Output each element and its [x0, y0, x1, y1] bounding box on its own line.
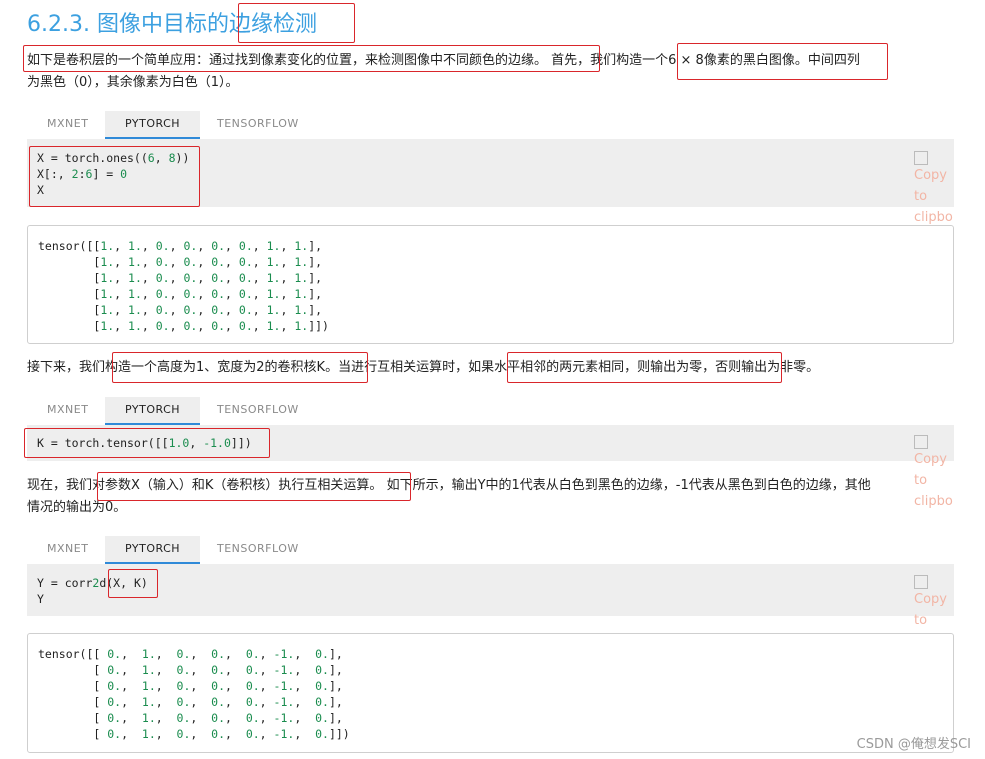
annotation-box [23, 45, 600, 72]
output-line: [1., 1., 0., 0., 0., 0., 1., 1.], [38, 303, 323, 317]
annotation-box [112, 352, 368, 383]
tab-mxnet[interactable]: MXNET [47, 536, 88, 562]
output-line: [1., 1., 0., 0., 0., 0., 1., 1.]]) [38, 319, 329, 333]
code-line: Y [37, 592, 44, 606]
copy-to-clipboard-button[interactable]: Copy to clipbo [914, 435, 953, 512]
broken-image-icon [914, 151, 928, 165]
code-block: Y = corr2d(X, K) Y Copy to [27, 564, 954, 628]
output-line: tensor([[ 0., 1., 0., 0., 0., -1., 0.], [38, 647, 343, 661]
tab-tensorflow[interactable]: TENSORFLOW [217, 536, 299, 562]
watermark: CSDN @俺想发SCI [856, 737, 971, 752]
copy-to-clipboard-button[interactable]: Copy to [914, 575, 948, 631]
output-line: tensor([[1., 1., 0., 0., 0., 0., 1., 1.]… [38, 239, 323, 253]
annotation-box [24, 428, 270, 458]
output-line: [1., 1., 0., 0., 0., 0., 1., 1.], [38, 287, 323, 301]
tab-pytorch[interactable]: PYTORCH [105, 111, 201, 139]
output-block: tensor([[ 0., 1., 0., 0., 0., -1., 0.], … [27, 633, 954, 753]
copy-to-clipboard-button[interactable]: Copy to clipbo [914, 151, 953, 228]
framework-tabs: MXNET PYTORCH TENSORFLOW [27, 397, 954, 425]
annotation-box [97, 472, 411, 501]
output-line: [ 0., 1., 0., 0., 0., -1., 0.], [38, 663, 343, 677]
paragraph-intro-line2: 为黑色（0），其余像素为白色（1）。 [27, 75, 239, 90]
output-block: tensor([[1., 1., 0., 0., 0., 0., 1., 1.]… [27, 225, 954, 344]
annotation-box [108, 569, 158, 598]
tab-mxnet[interactable]: MXNET [47, 111, 88, 137]
broken-image-icon [914, 435, 928, 449]
tab-tensorflow[interactable]: TENSORFLOW [217, 111, 299, 137]
annotation-box [507, 352, 782, 383]
output-line: [1., 1., 0., 0., 0., 0., 1., 1.], [38, 255, 323, 269]
framework-tabs: MXNET PYTORCH TENSORFLOW [27, 111, 954, 139]
annotation-box [677, 43, 888, 80]
broken-image-icon [914, 575, 928, 589]
tab-tensorflow[interactable]: TENSORFLOW [217, 397, 299, 423]
output-line: [1., 1., 0., 0., 0., 0., 1., 1.], [38, 271, 323, 285]
tab-pytorch[interactable]: PYTORCH [105, 397, 201, 425]
output-line: [ 0., 1., 0., 0., 0., -1., 0.], [38, 695, 343, 709]
output-line: [ 0., 1., 0., 0., 0., -1., 0.], [38, 711, 343, 725]
output-line: [ 0., 1., 0., 0., 0., -1., 0.]]) [38, 727, 350, 741]
annotation-box [238, 3, 355, 43]
tab-pytorch[interactable]: PYTORCH [105, 536, 201, 564]
output-line: [ 0., 1., 0., 0., 0., -1., 0.], [38, 679, 343, 693]
tab-mxnet[interactable]: MXNET [47, 397, 88, 423]
annotation-box [29, 146, 200, 207]
framework-tabs: MXNET PYTORCH TENSORFLOW [27, 536, 954, 564]
